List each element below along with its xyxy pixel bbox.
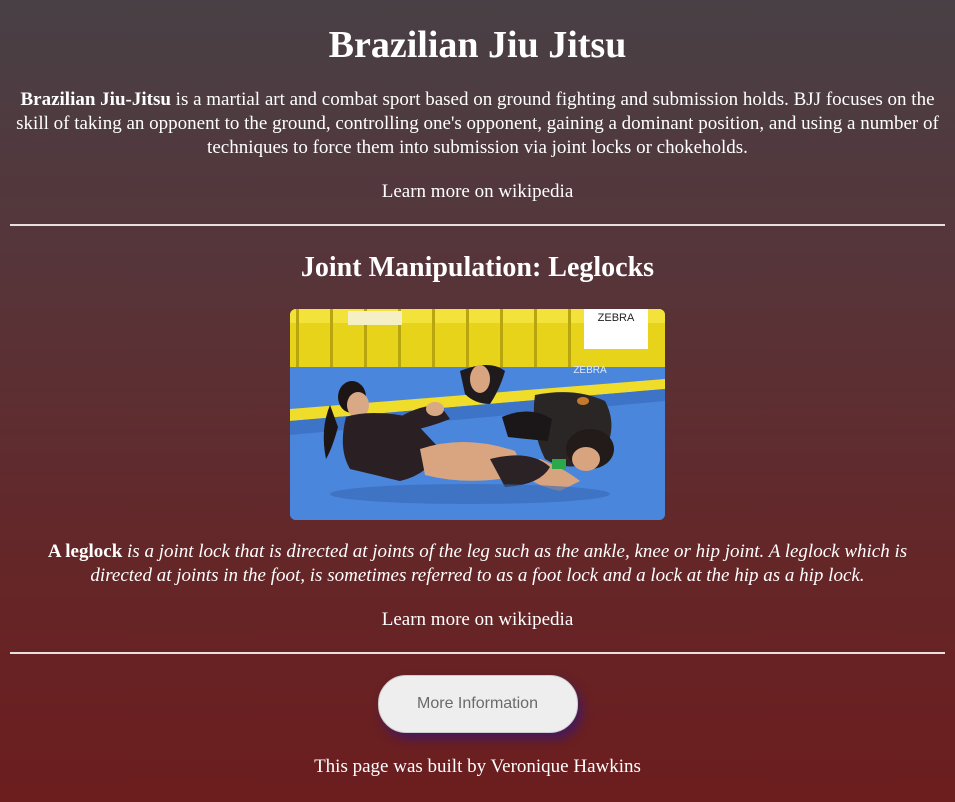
intro-term: Brazilian Jiu-Jitsu [20, 89, 171, 110]
banner-text: ZEBRA [598, 312, 635, 324]
intro-paragraph: Brazilian Jiu-Jitsu is a martial art and… [12, 88, 943, 160]
leglock-term: A leglock [47, 541, 123, 562]
mat-text: ZEBRA [573, 365, 607, 376]
leglock-wikipedia-link[interactable]: Learn more on wikipedia [8, 609, 947, 631]
leglock-photo: ZEBRA ZEBRA [290, 309, 665, 520]
page-title: Brazilian Jiu Jitsu [328, 24, 627, 66]
footer-credit: This page was built by Veronique Hawkins [314, 756, 641, 777]
divider-bottom [10, 652, 945, 654]
section-title: Joint Manipulation: Leglocks [300, 252, 655, 283]
leglock-description: A leglock is a joint lock that is direct… [28, 540, 927, 588]
page-container: Brazilian Jiu Jitsu Brazilian Jiu-Jitsu … [0, 0, 955, 778]
leglock-text: is a joint lock that is directed at join… [90, 541, 908, 586]
intro-wikipedia-link[interactable]: Learn more on wikipedia [8, 181, 947, 203]
more-information-button[interactable]: More Information [377, 675, 578, 733]
